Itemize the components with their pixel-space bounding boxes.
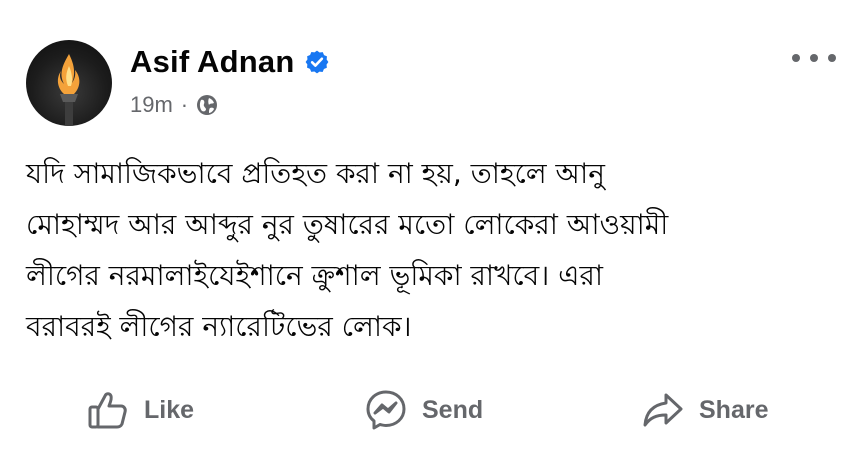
thumbs-up-icon [86, 388, 130, 432]
post-header: Asif Adnan 19m · [26, 40, 836, 130]
post-text-line: লীগের নরমালাইযেইশানে ক্রুশাল ভূমিকা রাখব… [26, 259, 603, 292]
avatar[interactable] [26, 40, 112, 126]
post-text-line: বরাবরই লীগের ন্যারেটিভের লোক। [26, 310, 412, 343]
post-meta: 19m · [130, 90, 218, 120]
send-button[interactable]: Send [364, 380, 483, 440]
author-row: Asif Adnan [130, 42, 330, 82]
like-button[interactable]: Like [86, 380, 194, 440]
more-horizontal-icon [792, 54, 800, 62]
share-arrow-icon [641, 388, 685, 432]
post-actions-bar: Like Send Share [0, 380, 853, 440]
torch-avatar-image [57, 54, 80, 126]
messenger-icon [364, 388, 408, 432]
post-text-line: যদি সামাজিকভাবে প্রতিহত করা না হয়, তাহল… [26, 157, 605, 190]
meta-separator: · [180, 92, 189, 117]
share-label: Share [699, 395, 769, 424]
send-label: Send [422, 395, 484, 424]
share-button[interactable]: Share [641, 380, 768, 440]
more-options-button[interactable] [792, 46, 836, 70]
post-timestamp[interactable]: 19m [130, 92, 173, 118]
post-text-line: মোহাম্মদ আর আব্দুর নুর তুষারের মতো লোকের… [26, 208, 669, 241]
post-body: যদি সামাজিকভাবে প্রতিহত করা না হয়, তাহল… [26, 148, 832, 352]
globe-icon[interactable] [196, 94, 218, 116]
author-name[interactable]: Asif Adnan [130, 44, 294, 80]
verified-badge-icon [304, 49, 330, 75]
like-label: Like [144, 395, 195, 424]
